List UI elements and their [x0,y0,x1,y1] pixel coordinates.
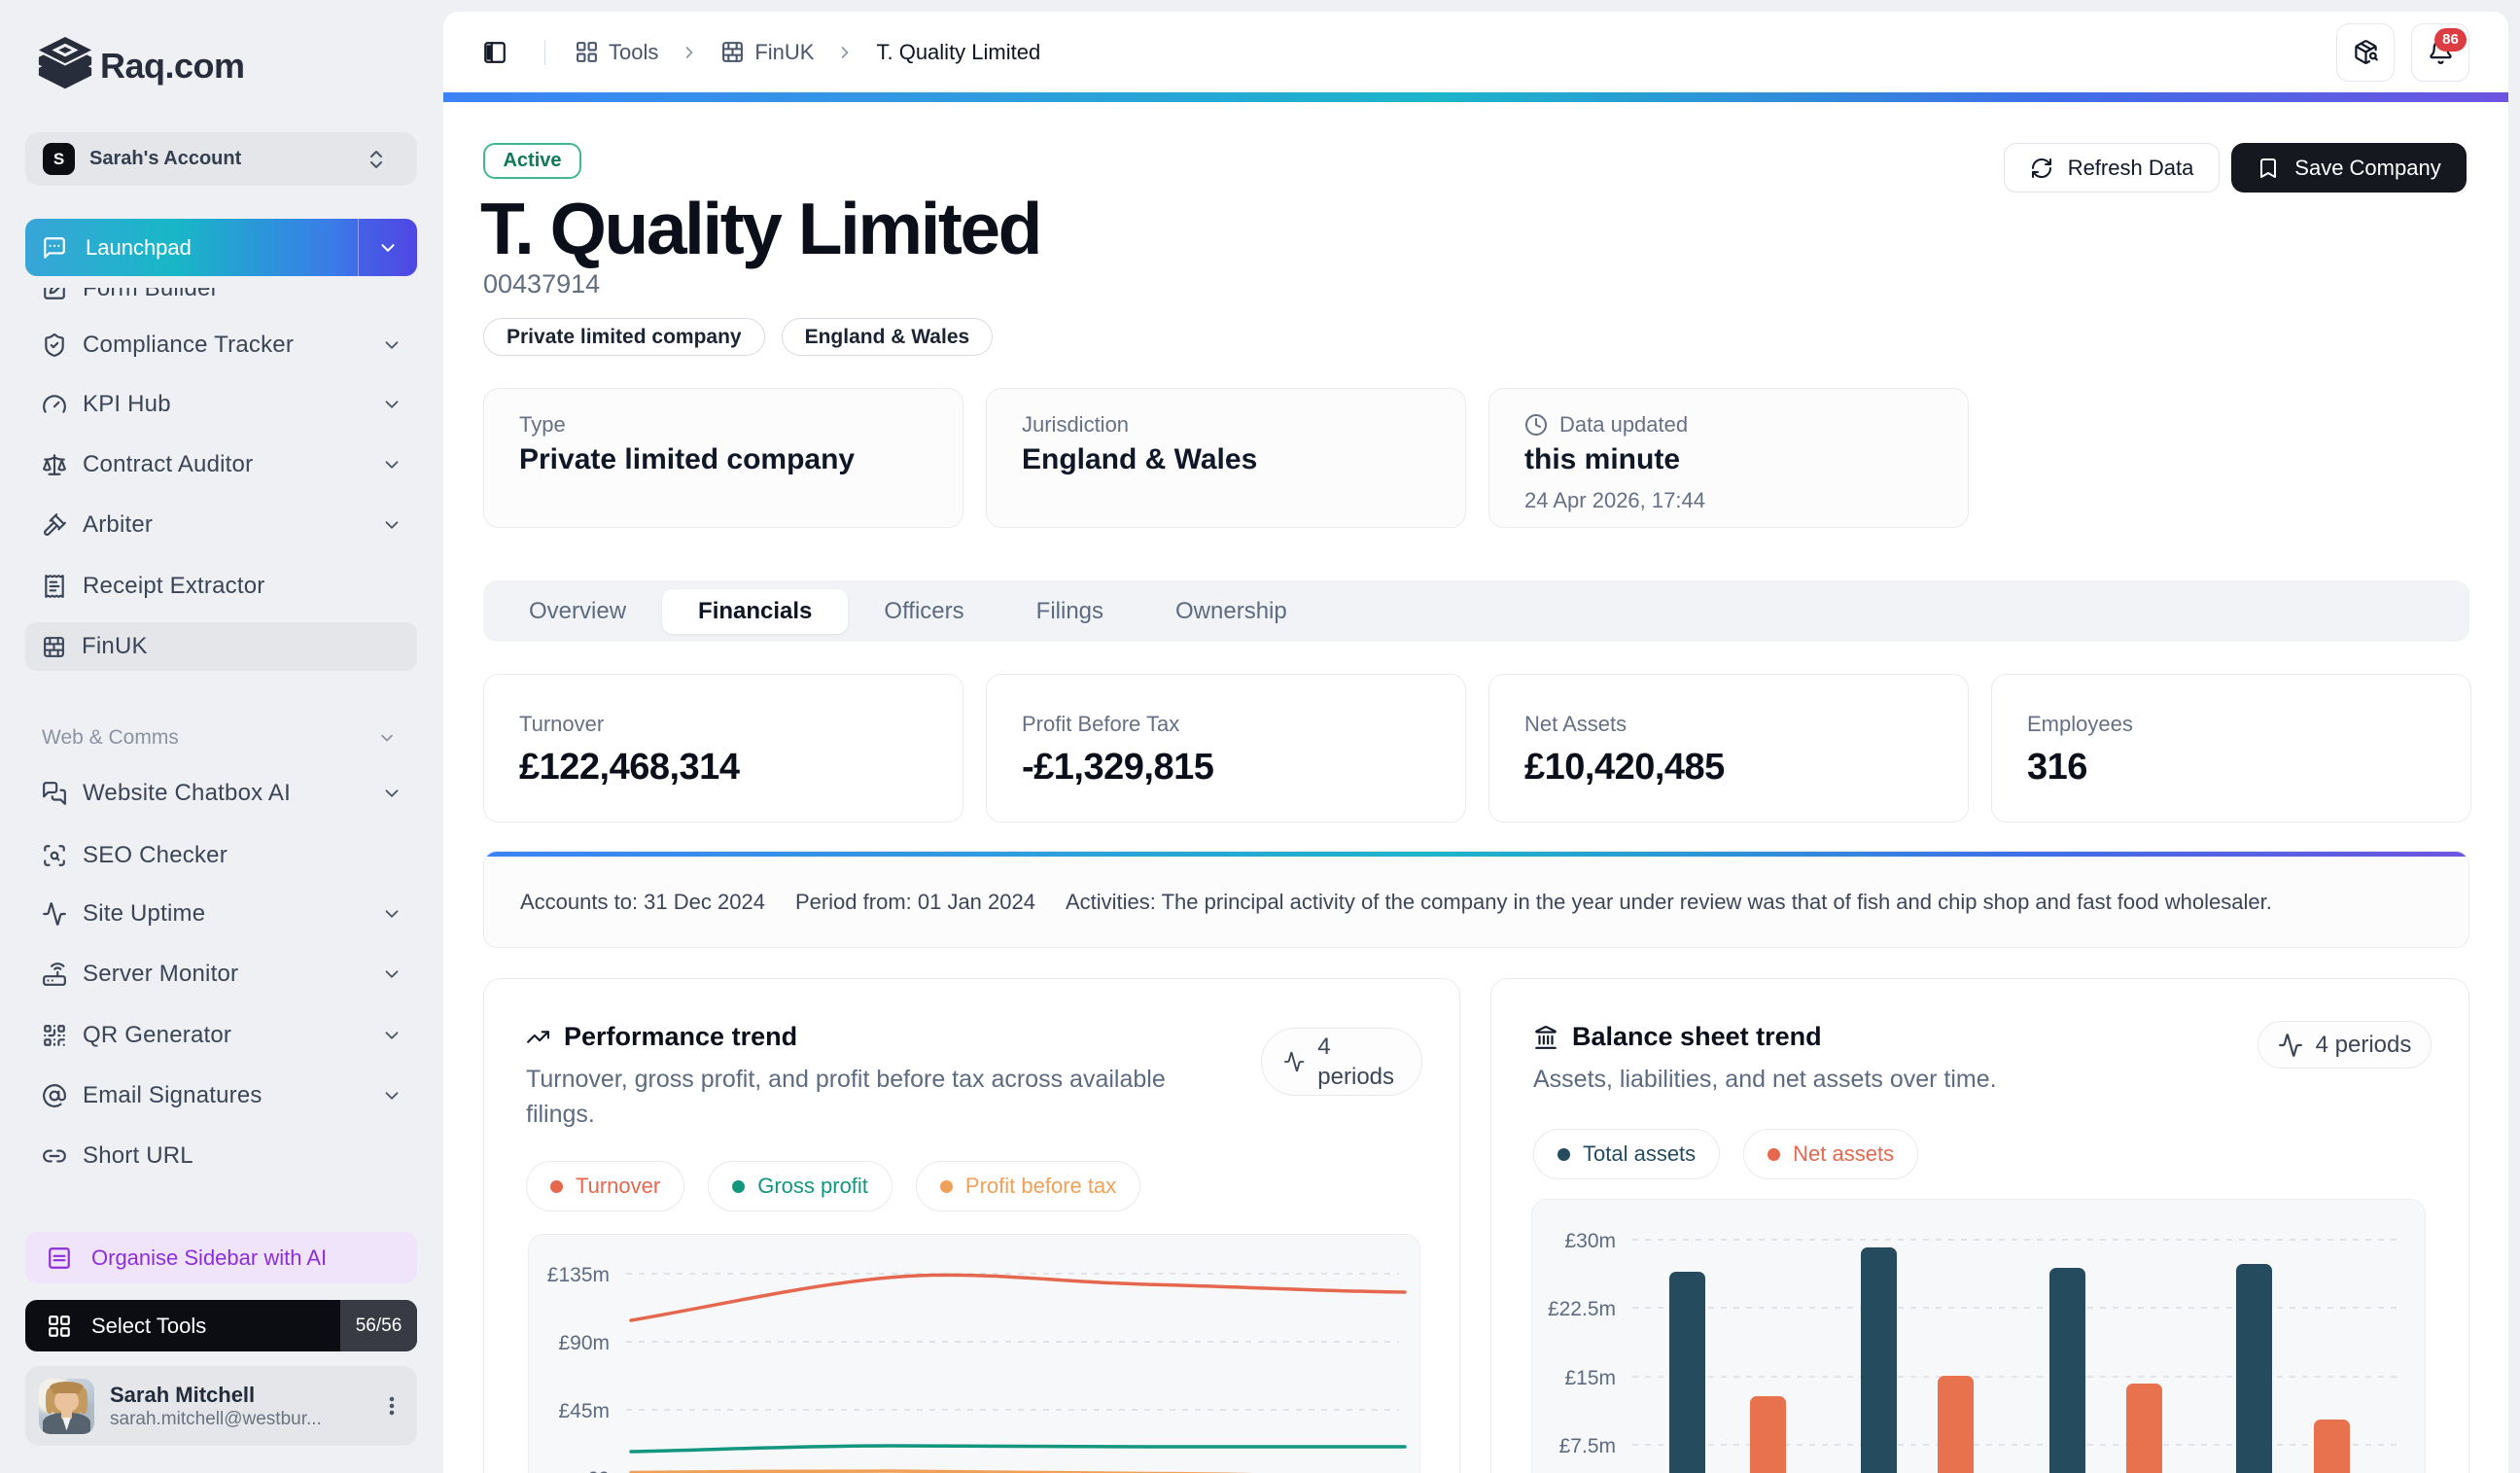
svg-text:£15m: £15m [1564,1367,1616,1389]
svg-text:£0: £0 [587,1468,610,1473]
svg-text:£135m: £135m [547,1264,610,1286]
svg-text:£7.5m: £7.5m [1559,1435,1616,1457]
svg-text:£30m: £30m [1564,1230,1616,1252]
svg-text:£90m: £90m [558,1332,610,1354]
svg-text:£45m: £45m [558,1400,610,1422]
svg-text:£22.5m: £22.5m [1548,1298,1616,1320]
